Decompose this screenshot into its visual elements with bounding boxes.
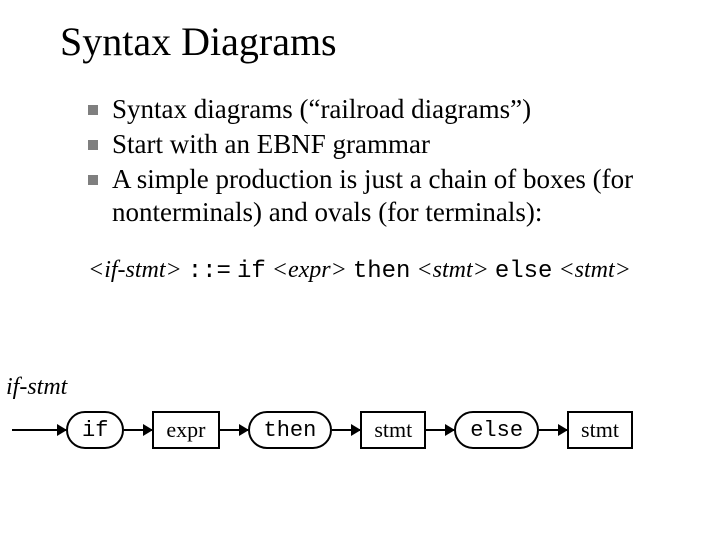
arrow-icon [351, 424, 361, 436]
rail-segment [220, 429, 248, 431]
slide: Syntax Diagrams Syntax diagrams (“railro… [0, 0, 720, 285]
ebnf-nonterminal: <stmt> [558, 257, 630, 283]
nonterminal-node: stmt [360, 411, 426, 449]
slide-title: Syntax Diagrams [60, 18, 670, 65]
ebnf-production: <if-stmt> ::= if <expr> then <stmt> else… [60, 257, 670, 285]
bullet-text: Syntax diagrams (“railroad diagrams”) [112, 94, 531, 124]
rail-segment [12, 429, 66, 431]
rail-segment [426, 429, 454, 431]
ebnf-nonterminal: <expr> [272, 257, 347, 283]
square-bullet-icon [88, 140, 98, 150]
bullet-text: A simple production is just a chain of b… [112, 164, 633, 227]
terminal-node: if [66, 411, 124, 449]
diagram-label: if-stmt [6, 374, 67, 401]
arrow-icon [57, 424, 67, 436]
rail-segment [124, 429, 152, 431]
ebnf-terminal: then [353, 258, 411, 285]
arrow-icon [143, 424, 153, 436]
nonterminal-node: expr [152, 411, 219, 449]
arrow-icon [558, 424, 568, 436]
rail-segment [539, 429, 567, 431]
ebnf-op: ::= [188, 258, 231, 285]
terminal-node: then [248, 411, 333, 449]
ebnf-terminal: else [495, 258, 553, 285]
square-bullet-icon [88, 175, 98, 185]
bullet-item: Syntax diagrams (“railroad diagrams”) [88, 93, 670, 126]
ebnf-nonterminal: <stmt> [416, 257, 488, 283]
ebnf-terminal: if [237, 258, 266, 285]
terminal-node: else [454, 411, 539, 449]
arrow-icon [445, 424, 455, 436]
arrow-icon [239, 424, 249, 436]
bullet-item: A simple production is just a chain of b… [88, 163, 670, 229]
nonterminal-node: stmt [567, 411, 633, 449]
rail-segment [332, 429, 360, 431]
diagram-rail: if expr then stmt else stmt [12, 410, 633, 450]
square-bullet-icon [88, 105, 98, 115]
bullet-list: Syntax diagrams (“railroad diagrams”) St… [60, 93, 670, 229]
ebnf-lhs: <if-stmt> [88, 257, 182, 283]
bullet-item: Start with an EBNF grammar [88, 128, 670, 161]
bullet-text: Start with an EBNF grammar [112, 129, 430, 159]
